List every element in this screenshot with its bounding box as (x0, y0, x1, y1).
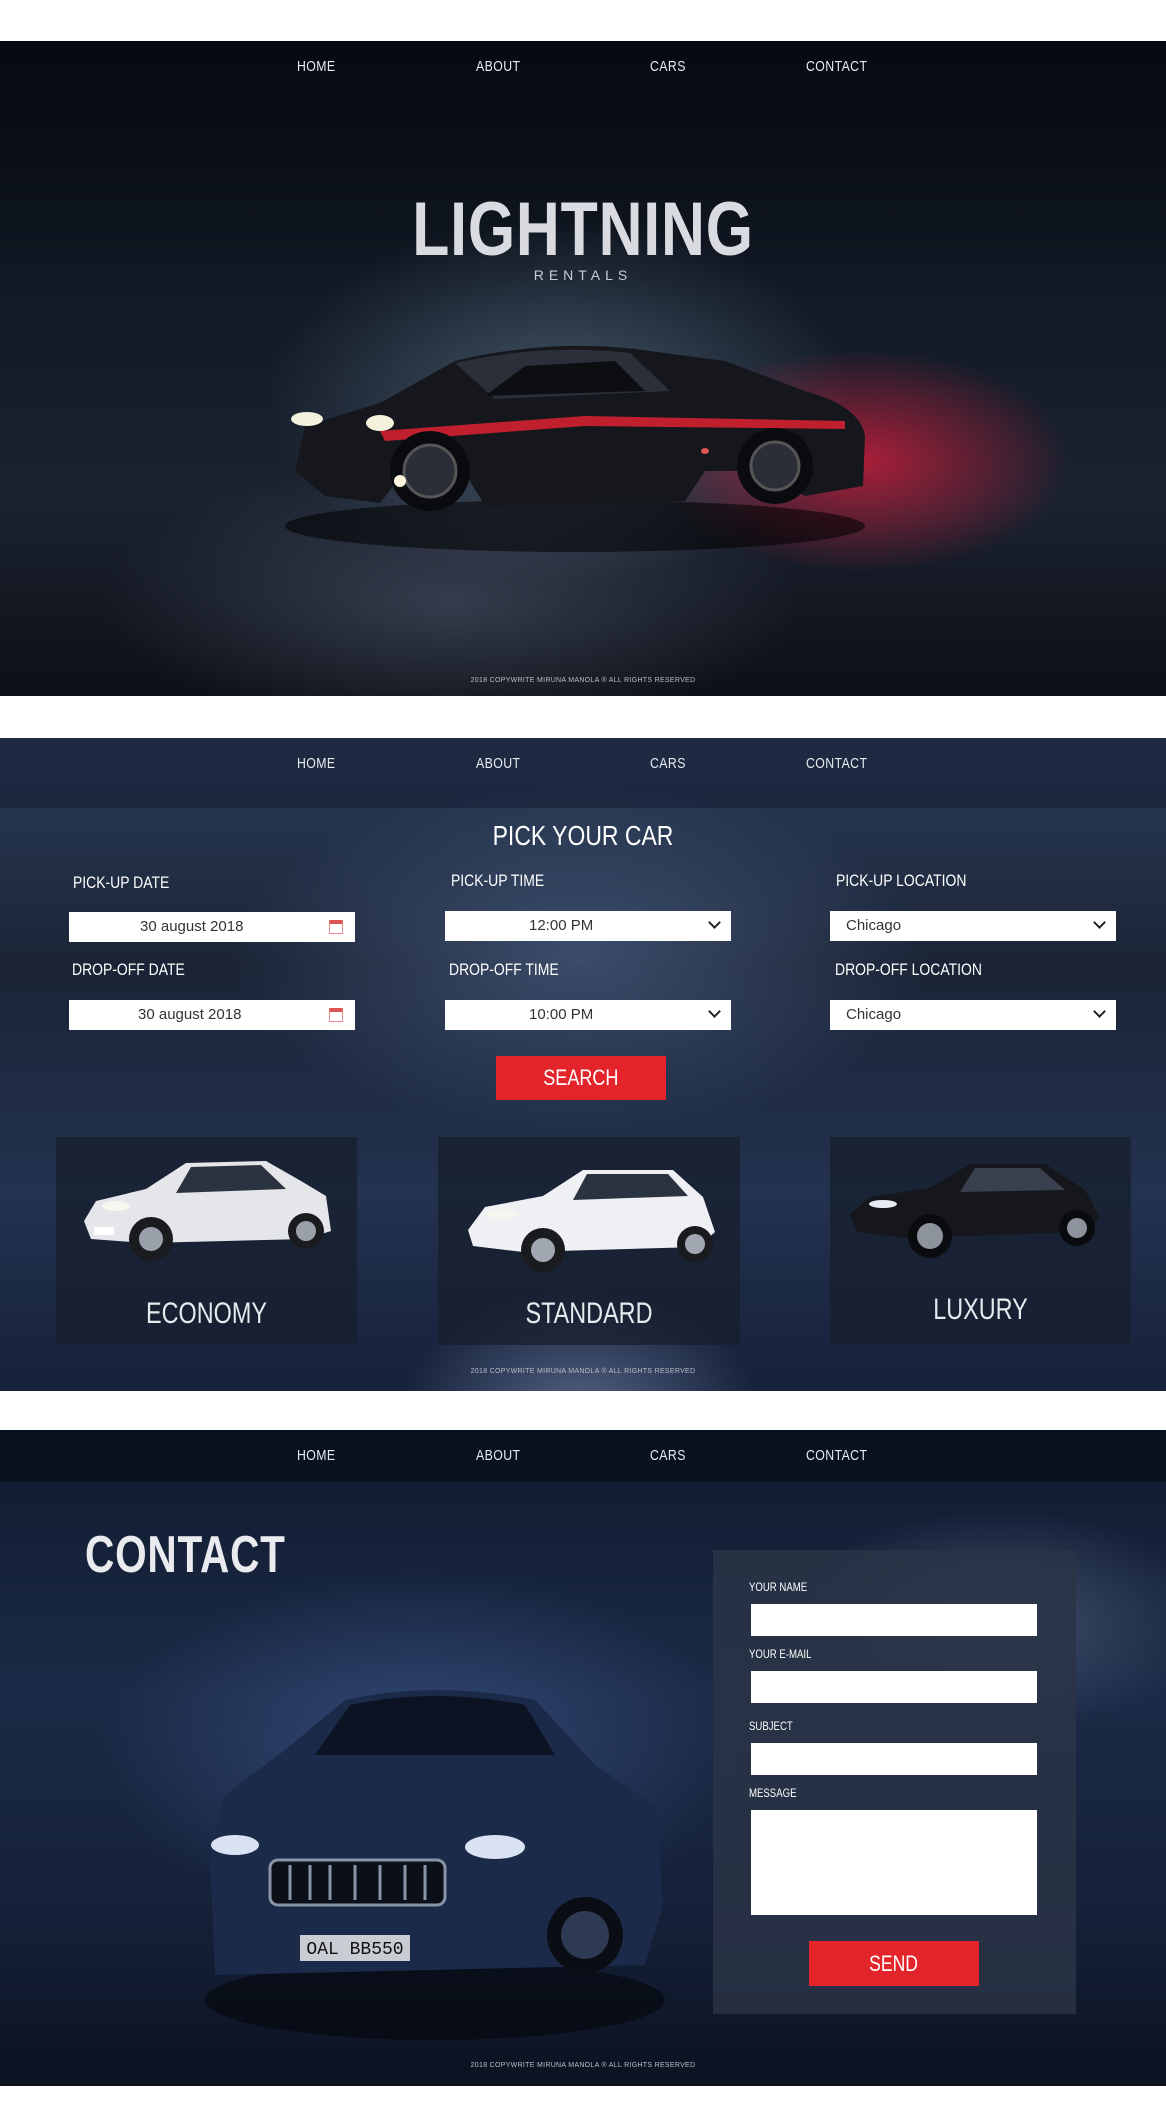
pickup-date-field[interactable]: 30 august 2018 (69, 912, 355, 942)
subject-input[interactable] (751, 1743, 1037, 1775)
hero-car-image (285, 345, 865, 552)
pickup-date-label: PICK-UP DATE (73, 873, 170, 892)
send-button[interactable]: SEND (809, 1941, 979, 1986)
category-card-luxury[interactable]: LUXURY (830, 1137, 1131, 1345)
pickup-time-label: PICK-UP TIME (451, 871, 545, 890)
picker-nav: HOME ABOUT CARS CONTACT (0, 738, 1166, 808)
dropoff-location-select[interactable]: Chicago (830, 1000, 1116, 1030)
nav-contact[interactable]: CONTACT (806, 755, 867, 772)
nav-home[interactable]: HOME (297, 755, 336, 772)
nav-cars[interactable]: CARS (650, 755, 686, 772)
chevron-down-icon[interactable] (1093, 916, 1106, 929)
search-button[interactable]: SEARCH (496, 1056, 666, 1100)
name-input[interactable] (751, 1604, 1037, 1636)
contact-section: HOME ABOUT CARS CONTACT CONTACT OAL BB55… (0, 1430, 1166, 2086)
copyright-text: 2018 COPYWRITE MIRUNA MANOLA ® ALL RIGHT… (470, 2062, 696, 2069)
dropoff-time-label: DROP-OFF TIME (449, 960, 559, 979)
contact-title: CONTACT (85, 1526, 286, 1584)
luxury-car-image (850, 1164, 1100, 1258)
dropoff-time-value: 10:00 PM (529, 1006, 594, 1023)
name-label: YOUR NAME (749, 1580, 808, 1594)
category-label-luxury: LUXURY (933, 1293, 1028, 1326)
chevron-down-icon[interactable] (708, 1005, 721, 1018)
calendar-icon[interactable] (329, 1008, 343, 1022)
chevron-down-icon[interactable] (708, 916, 721, 929)
category-card-economy[interactable]: ECONOMY (56, 1137, 357, 1345)
contact-car-image: OAL BB550 (205, 1690, 665, 2040)
dropoff-location-value: Chicago (846, 1006, 902, 1023)
dropoff-time-select[interactable]: 10:00 PM (445, 1000, 731, 1030)
picker-title: PICK YOUR CAR (492, 820, 674, 851)
car-picker-section: HOME ABOUT CARS CONTACT PICK YOUR CAR PI… (0, 738, 1166, 1391)
chevron-down-icon[interactable] (1093, 1005, 1106, 1018)
dropoff-date-label: DROP-OFF DATE (72, 960, 185, 979)
calendar-icon[interactable] (329, 920, 343, 934)
dropoff-location-label: DROP-OFF LOCATION (835, 960, 982, 979)
pickup-location-label: PICK-UP LOCATION (836, 871, 967, 890)
dropoff-date-field[interactable]: 30 august 2018 (69, 1000, 355, 1030)
pickup-date-value: 30 august 2018 (140, 918, 244, 935)
nav-about[interactable]: ABOUT (476, 58, 520, 75)
hero-section: HOME ABOUT CARS CONTACT LIGHTNING RENTAL… (0, 41, 1166, 696)
pickup-time-select[interactable]: 12:00 PM (445, 911, 731, 941)
category-label-standard: STANDARD (525, 1297, 653, 1330)
message-input[interactable] (751, 1810, 1037, 1915)
message-label: MESSAGE (749, 1786, 797, 1800)
pickup-location-select[interactable]: Chicago (830, 911, 1116, 941)
dropoff-date-value: 30 august 2018 (138, 1006, 242, 1023)
email-label: YOUR E-MAIL (749, 1647, 812, 1661)
nav-about[interactable]: ABOUT (476, 755, 520, 772)
contact-form: YOUR NAME YOUR E-MAIL SUBJECT MESSAGE SE… (713, 1550, 1076, 2014)
nav-contact[interactable]: CONTACT (806, 1447, 867, 1464)
economy-car-image (84, 1161, 331, 1261)
send-button-label: SEND (869, 1951, 919, 1976)
hero-nav: HOME ABOUT CARS CONTACT (0, 41, 1166, 93)
category-card-standard[interactable]: STANDARD (438, 1137, 740, 1345)
nav-cars[interactable]: CARS (650, 1447, 686, 1464)
nav-cars[interactable]: CARS (650, 58, 686, 75)
standard-car-image (468, 1170, 715, 1272)
email-input[interactable] (751, 1671, 1037, 1703)
nav-home[interactable]: HOME (297, 58, 336, 75)
nav-home[interactable]: HOME (297, 1447, 336, 1464)
category-label-economy: ECONOMY (146, 1297, 267, 1330)
license-plate: OAL BB550 (306, 1940, 403, 1960)
pickup-location-value: Chicago (846, 917, 902, 934)
subject-label: SUBJECT (749, 1719, 793, 1733)
nav-contact[interactable]: CONTACT (806, 58, 867, 75)
search-button-label: SEARCH (543, 1065, 619, 1090)
brand-logo-text: LIGHTNING (412, 187, 754, 272)
brand-tagline: RENTALS (533, 267, 633, 283)
copyright-text: 2018 COPYWRITE MIRUNA MANOLA ® ALL RIGHT… (470, 677, 696, 684)
nav-about[interactable]: ABOUT (476, 1447, 520, 1464)
copyright-text: 2018 COPYWRITE MIRUNA MANOLA ® ALL RIGHT… (470, 1368, 696, 1375)
contact-nav: HOME ABOUT CARS CONTACT (0, 1430, 1166, 1482)
pickup-time-value: 12:00 PM (529, 917, 594, 934)
